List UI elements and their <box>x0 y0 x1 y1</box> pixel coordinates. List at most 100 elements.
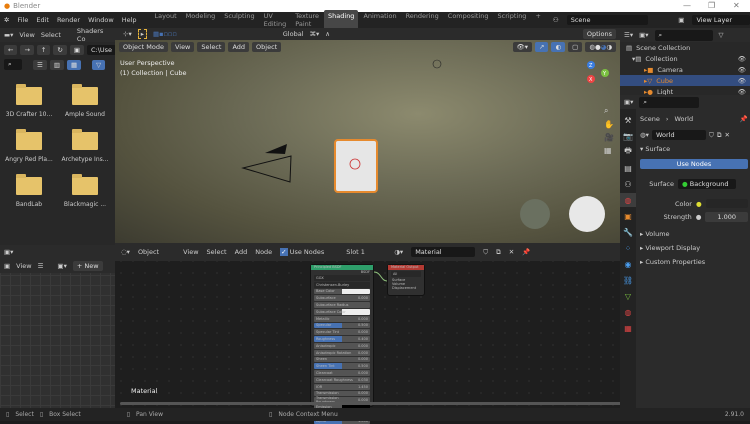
tab-modeling[interactable]: Modeling <box>182 10 220 30</box>
fb-menu-select[interactable]: Select <box>41 31 61 39</box>
properties-search-icon[interactable]: ⌕ <box>639 96 700 108</box>
unlink-icon[interactable]: ✕ <box>724 131 729 139</box>
render-tab-icon[interactable]: 📷 <box>620 129 636 143</box>
image-browse-icon[interactable]: ▣▾ <box>57 262 66 270</box>
tab-sculpting[interactable]: Sculpting <box>220 10 258 30</box>
view-layer-icon[interactable]: ▣ <box>678 16 684 24</box>
eye-icon[interactable]: 👁 <box>738 77 746 85</box>
3d-viewport[interactable]: ⊹▾ ▸ ▦▪▫▫▫ Global ⌘▾ ∧ Options Object Mo… <box>115 28 620 243</box>
menu-file[interactable]: File <box>17 16 28 24</box>
tab-uv-editing[interactable]: UV Editing <box>260 10 291 30</box>
new-image-button[interactable]: + New <box>72 261 103 271</box>
file-item[interactable]: Angry Red Pla... <box>3 129 55 163</box>
image-mode-icon[interactable]: ▣ <box>4 262 10 270</box>
thumbnails-icon[interactable]: ▦ <box>66 59 82 70</box>
camera-view-icon[interactable]: 🎥 <box>604 133 614 142</box>
view-layer-tab-icon[interactable]: ▤ <box>620 161 636 175</box>
strength-field[interactable]: 1.000 <box>705 212 748 222</box>
path-field[interactable]: C:\Use <box>86 45 117 55</box>
eye-icon[interactable]: 👁 <box>738 66 746 74</box>
ortho-grid-icon[interactable]: ▦ <box>604 146 614 155</box>
texture-tab-icon[interactable]: ▦ <box>620 321 636 335</box>
color-field[interactable] <box>705 199 748 208</box>
new-image-label: New <box>84 262 99 270</box>
back-icon[interactable]: ← <box>4 45 18 55</box>
outliner-search-icon[interactable]: ⌕ <box>654 29 713 41</box>
scene-tab-icon[interactable]: ⚇ <box>620 177 636 191</box>
file-item[interactable]: 3D Crafter 10... <box>3 84 55 118</box>
outliner-item-cube[interactable]: ▸▽ Cube 👁 <box>620 75 750 86</box>
file-item-label: Ample Sound <box>65 111 105 118</box>
volume-panel-header[interactable]: ▸ Volume <box>640 230 748 238</box>
outliner-item-scene-collection[interactable]: ▤ Scene Collection <box>620 42 750 53</box>
zoom-icon[interactable]: ⌕ <box>604 106 614 116</box>
object-tab-icon[interactable]: ▣ <box>620 209 636 223</box>
vertical-list-icon[interactable]: ☰ <box>33 59 47 70</box>
parent-dir-icon[interactable]: ↑ <box>36 45 51 55</box>
data-tab-icon[interactable]: ▽ <box>620 289 636 303</box>
horizontal-scrollbar[interactable] <box>120 402 630 405</box>
scene-icon[interactable]: ⚇ <box>553 16 559 24</box>
pan-hand-icon[interactable]: ✋ <box>604 120 614 129</box>
material-tab-icon[interactable]: ◍ <box>620 305 636 319</box>
ie-menu-view[interactable]: View <box>16 262 31 270</box>
physics-tab-icon[interactable]: ◉ <box>620 257 636 271</box>
outliner-item-collection[interactable]: ▾▤ Collection 👁 <box>620 53 750 64</box>
surface-panel-header[interactable]: ▾ Surface <box>640 145 748 153</box>
duplicate-icon[interactable]: ⧉ <box>717 131 722 140</box>
filter-scene-icon[interactable]: ▣▾ <box>639 31 648 39</box>
tab-animation[interactable]: Animation <box>359 10 400 30</box>
custom-properties-panel-header[interactable]: ▸ Custom Properties <box>640 258 748 266</box>
refresh-icon[interactable]: ↻ <box>53 45 67 55</box>
horizontal-list-icon[interactable]: ▥ <box>49 59 64 70</box>
output-tab-icon[interactable]: 🖶 <box>620 145 636 159</box>
tab-scripting[interactable]: Scripting <box>494 10 531 30</box>
tab-rendering[interactable]: Rendering <box>402 10 443 30</box>
constraints-tab-icon[interactable]: ⛓ <box>620 273 636 287</box>
fake-user-icon[interactable]: ⛉ <box>709 131 714 140</box>
filter-icon[interactable]: ▽ <box>719 31 724 39</box>
eye-icon[interactable]: 👁 <box>738 55 746 63</box>
menu-render[interactable]: Render <box>57 16 80 24</box>
use-nodes-button[interactable]: Use Nodes <box>640 159 748 169</box>
menu-icon[interactable]: ☰ <box>38 262 44 270</box>
pin-icon[interactable]: 📌 <box>740 115 748 123</box>
tab-compositing[interactable]: Compositing <box>444 10 493 30</box>
menu-window[interactable]: Window <box>88 16 114 24</box>
editor-type-icon[interactable]: ▣▾ <box>4 248 13 256</box>
world-tab-icon[interactable]: ◍ <box>620 193 636 207</box>
tab-layout[interactable]: Layout <box>151 10 181 30</box>
menu-help[interactable]: Help <box>122 16 137 24</box>
editor-type-icon[interactable]: ▣▾ <box>624 98 633 106</box>
tool-tab-icon[interactable]: ⚒ <box>620 113 636 127</box>
editor-type-icon[interactable]: ▬▾ <box>4 31 13 39</box>
world-name-field[interactable]: World <box>651 130 706 140</box>
fb-menu-view[interactable]: View <box>19 31 34 39</box>
surface-shader-field[interactable]: ● Background <box>678 179 736 189</box>
close-button[interactable]: ✕ <box>733 1 740 10</box>
scene-field[interactable]: Scene <box>566 15 649 25</box>
file-item[interactable]: Archetype Ins... <box>59 129 111 163</box>
minimize-button[interactable]: — <box>683 1 691 10</box>
file-item[interactable]: BandLab <box>3 174 55 208</box>
menu-edit[interactable]: Edit <box>36 16 49 24</box>
forward-icon[interactable]: → <box>20 45 34 55</box>
shader-node-editor[interactable]: ◌▾ Object View Select Add Node ✓ Use Nod… <box>115 243 635 424</box>
search-icon[interactable]: ⌕ <box>4 59 22 70</box>
filter-icon[interactable]: ▽ <box>92 59 106 70</box>
blender-menu-icon[interactable]: ✲ <box>4 16 9 24</box>
new-folder-icon[interactable]: ▣ <box>69 45 84 55</box>
viewport-display-panel-header[interactable]: ▸ Viewport Display <box>640 244 748 252</box>
file-item[interactable]: Blackmagic ... <box>59 174 111 208</box>
display-mode-icon[interactable]: ☰▾ <box>624 31 633 39</box>
view-layer-field[interactable]: View Layer <box>692 15 750 25</box>
tab-texture-paint[interactable]: Texture Paint <box>291 10 323 30</box>
maximize-button[interactable]: ❐ <box>708 1 715 10</box>
file-item[interactable]: Ample Sound <box>59 84 111 118</box>
add-workspace-button[interactable]: + <box>531 10 544 30</box>
tab-shading[interactable]: Shading <box>324 10 359 30</box>
world-browse-icon[interactable]: ◍▾ <box>640 131 649 139</box>
modifier-tab-icon[interactable]: 🔧 <box>620 225 636 239</box>
particles-tab-icon[interactable]: ⁘ <box>620 241 636 255</box>
outliner-item-camera[interactable]: ▸■ Camera 👁 <box>620 64 750 75</box>
